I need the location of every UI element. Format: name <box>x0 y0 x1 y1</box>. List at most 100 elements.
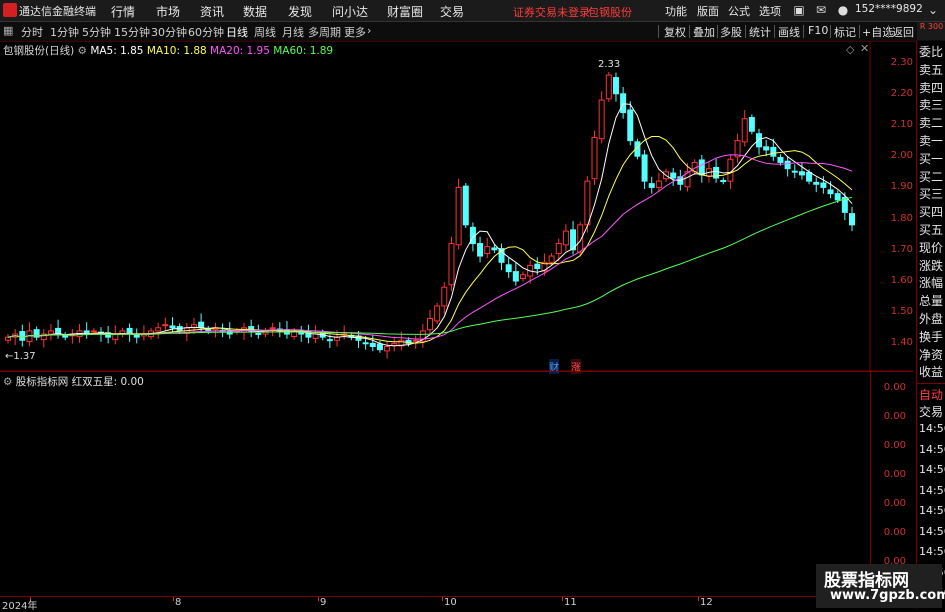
period-daily[interactable]: 日线 <box>226 24 248 40</box>
trade-time: 14:56 <box>919 483 945 497</box>
auto-trade-label[interactable]: 自动 <box>919 386 943 403</box>
x-tick-mark <box>562 597 563 601</box>
high-price-label: 2.33 <box>598 59 621 70</box>
candle-body <box>362 342 369 345</box>
x-tick-mark <box>698 597 699 601</box>
candle-body <box>412 339 419 342</box>
user-account[interactable]: 152****9892 <box>855 3 923 15</box>
menu-function[interactable]: 功能 <box>665 3 687 19</box>
trade-time: 14:56 <box>919 442 945 456</box>
period-multi[interactable]: 多周期 <box>308 24 341 40</box>
ma5-line <box>7 103 853 347</box>
menu-bar: 通达信金融终端 行情 市场 资讯 数据 发现 问小达 财富圈 交易 证券交易未登… <box>0 0 945 22</box>
indicator-tick: 0.00 <box>883 498 906 509</box>
tool-stats[interactable]: 统计 <box>749 24 771 40</box>
candle-body <box>670 172 677 179</box>
menu-quotes[interactable]: 行情 <box>111 3 135 20</box>
price-tick: 1.50 <box>890 306 913 318</box>
menu-data[interactable]: 数据 <box>243 3 267 20</box>
user-icon[interactable]: ● <box>834 2 852 18</box>
quote-item-label: 卖四 <box>919 80 944 95</box>
candle-body <box>427 317 433 331</box>
period-intraday[interactable]: 分时 <box>21 24 43 40</box>
quote-panel: R 300 委比 卖五 卖四 卖三 卖二 卖一 买一 买二 买三 买四 买五 现价 涨跌 涨幅 总量 外盘 换手… <box>916 22 945 609</box>
diamond-icon[interactable]: ◇ <box>846 43 854 56</box>
menu-discover[interactable]: 发现 <box>288 3 312 20</box>
period-more[interactable]: 更多 <box>344 24 366 40</box>
quote-item-label: 卖一 <box>919 134 944 148</box>
period-15min[interactable]: 15分钟 <box>114 24 150 40</box>
low-price-label: ←1.37 <box>5 351 36 362</box>
candle-body <box>555 243 562 255</box>
period-5min[interactable]: 5分钟 <box>82 24 111 40</box>
quote-item-label: 现价 <box>919 240 944 255</box>
settings-icon[interactable]: ⚙ <box>3 376 12 388</box>
candle-body <box>763 146 770 151</box>
period-1min[interactable]: 1分钟 <box>50 24 79 40</box>
menu-options[interactable]: 选项 <box>759 3 781 19</box>
candle-body <box>534 263 541 270</box>
quote-item-label: 卖二 <box>919 116 944 131</box>
candle-body <box>627 109 634 142</box>
indicator-pane[interactable]: ⚙ 股标指标网 红双五星: 0.00 0.00 0.00 0.00 0.00 0.00 0… <box>0 372 913 595</box>
candle-body <box>741 118 748 143</box>
divider <box>859 25 860 38</box>
kline-chart[interactable]: 包钢股份(日线) ⚙ MA5: 1.85 MA10: 1.88 MA20: 1.… <box>0 41 913 374</box>
tool-back[interactable]: 返回 <box>892 24 914 40</box>
price-tick: 2.10 <box>890 119 913 130</box>
period-60min[interactable]: 60分钟 <box>188 24 224 40</box>
chevron-down-icon[interactable]: ⌄ <box>924 2 942 18</box>
menu-market[interactable]: 市场 <box>156 3 180 20</box>
menu-formula[interactable]: 公式 <box>728 3 750 19</box>
menu-ask-xiaoda[interactable]: 问小达 <box>332 3 368 20</box>
quote-item-label: 外盘 <box>919 312 944 326</box>
trade-label[interactable]: 交易 <box>919 403 943 420</box>
period-monthly[interactable]: 月线 <box>282 24 304 40</box>
tool-mark[interactable]: 标记 <box>834 24 856 40</box>
panel-corner[interactable]: R 300 <box>917 22 945 40</box>
tool-draw[interactable]: 画线 <box>778 24 800 40</box>
menu-trade[interactable]: 交易 <box>440 3 464 20</box>
settings-icon[interactable]: ⚙ <box>78 45 87 57</box>
candle-body <box>748 117 755 132</box>
price-tick: 1.40 <box>890 337 913 349</box>
chevron-right-icon[interactable]: › <box>367 24 371 37</box>
period-30min[interactable]: 30分钟 <box>151 24 187 40</box>
quote-item-label: 买二 <box>919 169 944 184</box>
divider <box>658 25 659 38</box>
indicator-legend: ⚙ 股标指标网 红双五星: 0.00 <box>3 374 144 389</box>
candle-body <box>90 330 97 333</box>
divider <box>689 25 690 38</box>
menu-wealth-circle[interactable]: 财富圈 <box>387 3 423 20</box>
menu-layout[interactable]: 版面 <box>697 3 719 19</box>
candle-body <box>5 336 11 341</box>
price-tick: 1.80 <box>890 212 913 224</box>
tool-multi-stock[interactable]: 多股 <box>720 24 742 40</box>
trade-time: 14:56 <box>919 545 945 558</box>
candle-body <box>756 133 763 148</box>
candle-body <box>791 170 798 173</box>
divider <box>745 25 746 38</box>
period-weekly[interactable]: 周线 <box>254 24 276 40</box>
message-icon[interactable]: ✉ <box>812 2 830 18</box>
trade-login-warning[interactable]: 证券交易未登录 <box>513 4 590 20</box>
tool-f10[interactable]: F10 <box>808 24 828 37</box>
price-tick: 1.90 <box>890 181 913 193</box>
price-axis: 2.30 2.20 2.10 2.00 1.90 1.80 1.70 1.60 1.50 1.40 <box>873 41 913 371</box>
skin-icon[interactable]: ▣ <box>790 2 808 18</box>
menu-news[interactable]: 资讯 <box>200 3 224 20</box>
tool-adjust[interactable]: 复权 <box>664 24 686 40</box>
grid-icon[interactable]: ▦ <box>3 24 13 37</box>
ma20-legend: MA20: 1.95 <box>210 45 270 57</box>
quote-item-label: 卖三 <box>919 98 944 113</box>
candle-body <box>806 171 813 182</box>
quote-items: 委比 卖五 卖四 卖三 卖二 卖一 买一 买二 买三 买四 买五 现价 涨跌 涨幅 总量 外盘 换手 净资 收益 <box>917 41 945 386</box>
indicator-tick: 0.00 <box>883 382 906 393</box>
candle-body <box>584 180 591 226</box>
quote-item-label: 卖五 <box>919 62 944 77</box>
price-tick: 1.70 <box>890 243 913 255</box>
app-logo-icon <box>3 3 17 17</box>
candle-body <box>519 274 526 280</box>
tool-overlay[interactable]: 叠加 <box>693 24 715 40</box>
close-icon[interactable]: ✕ <box>860 42 869 55</box>
